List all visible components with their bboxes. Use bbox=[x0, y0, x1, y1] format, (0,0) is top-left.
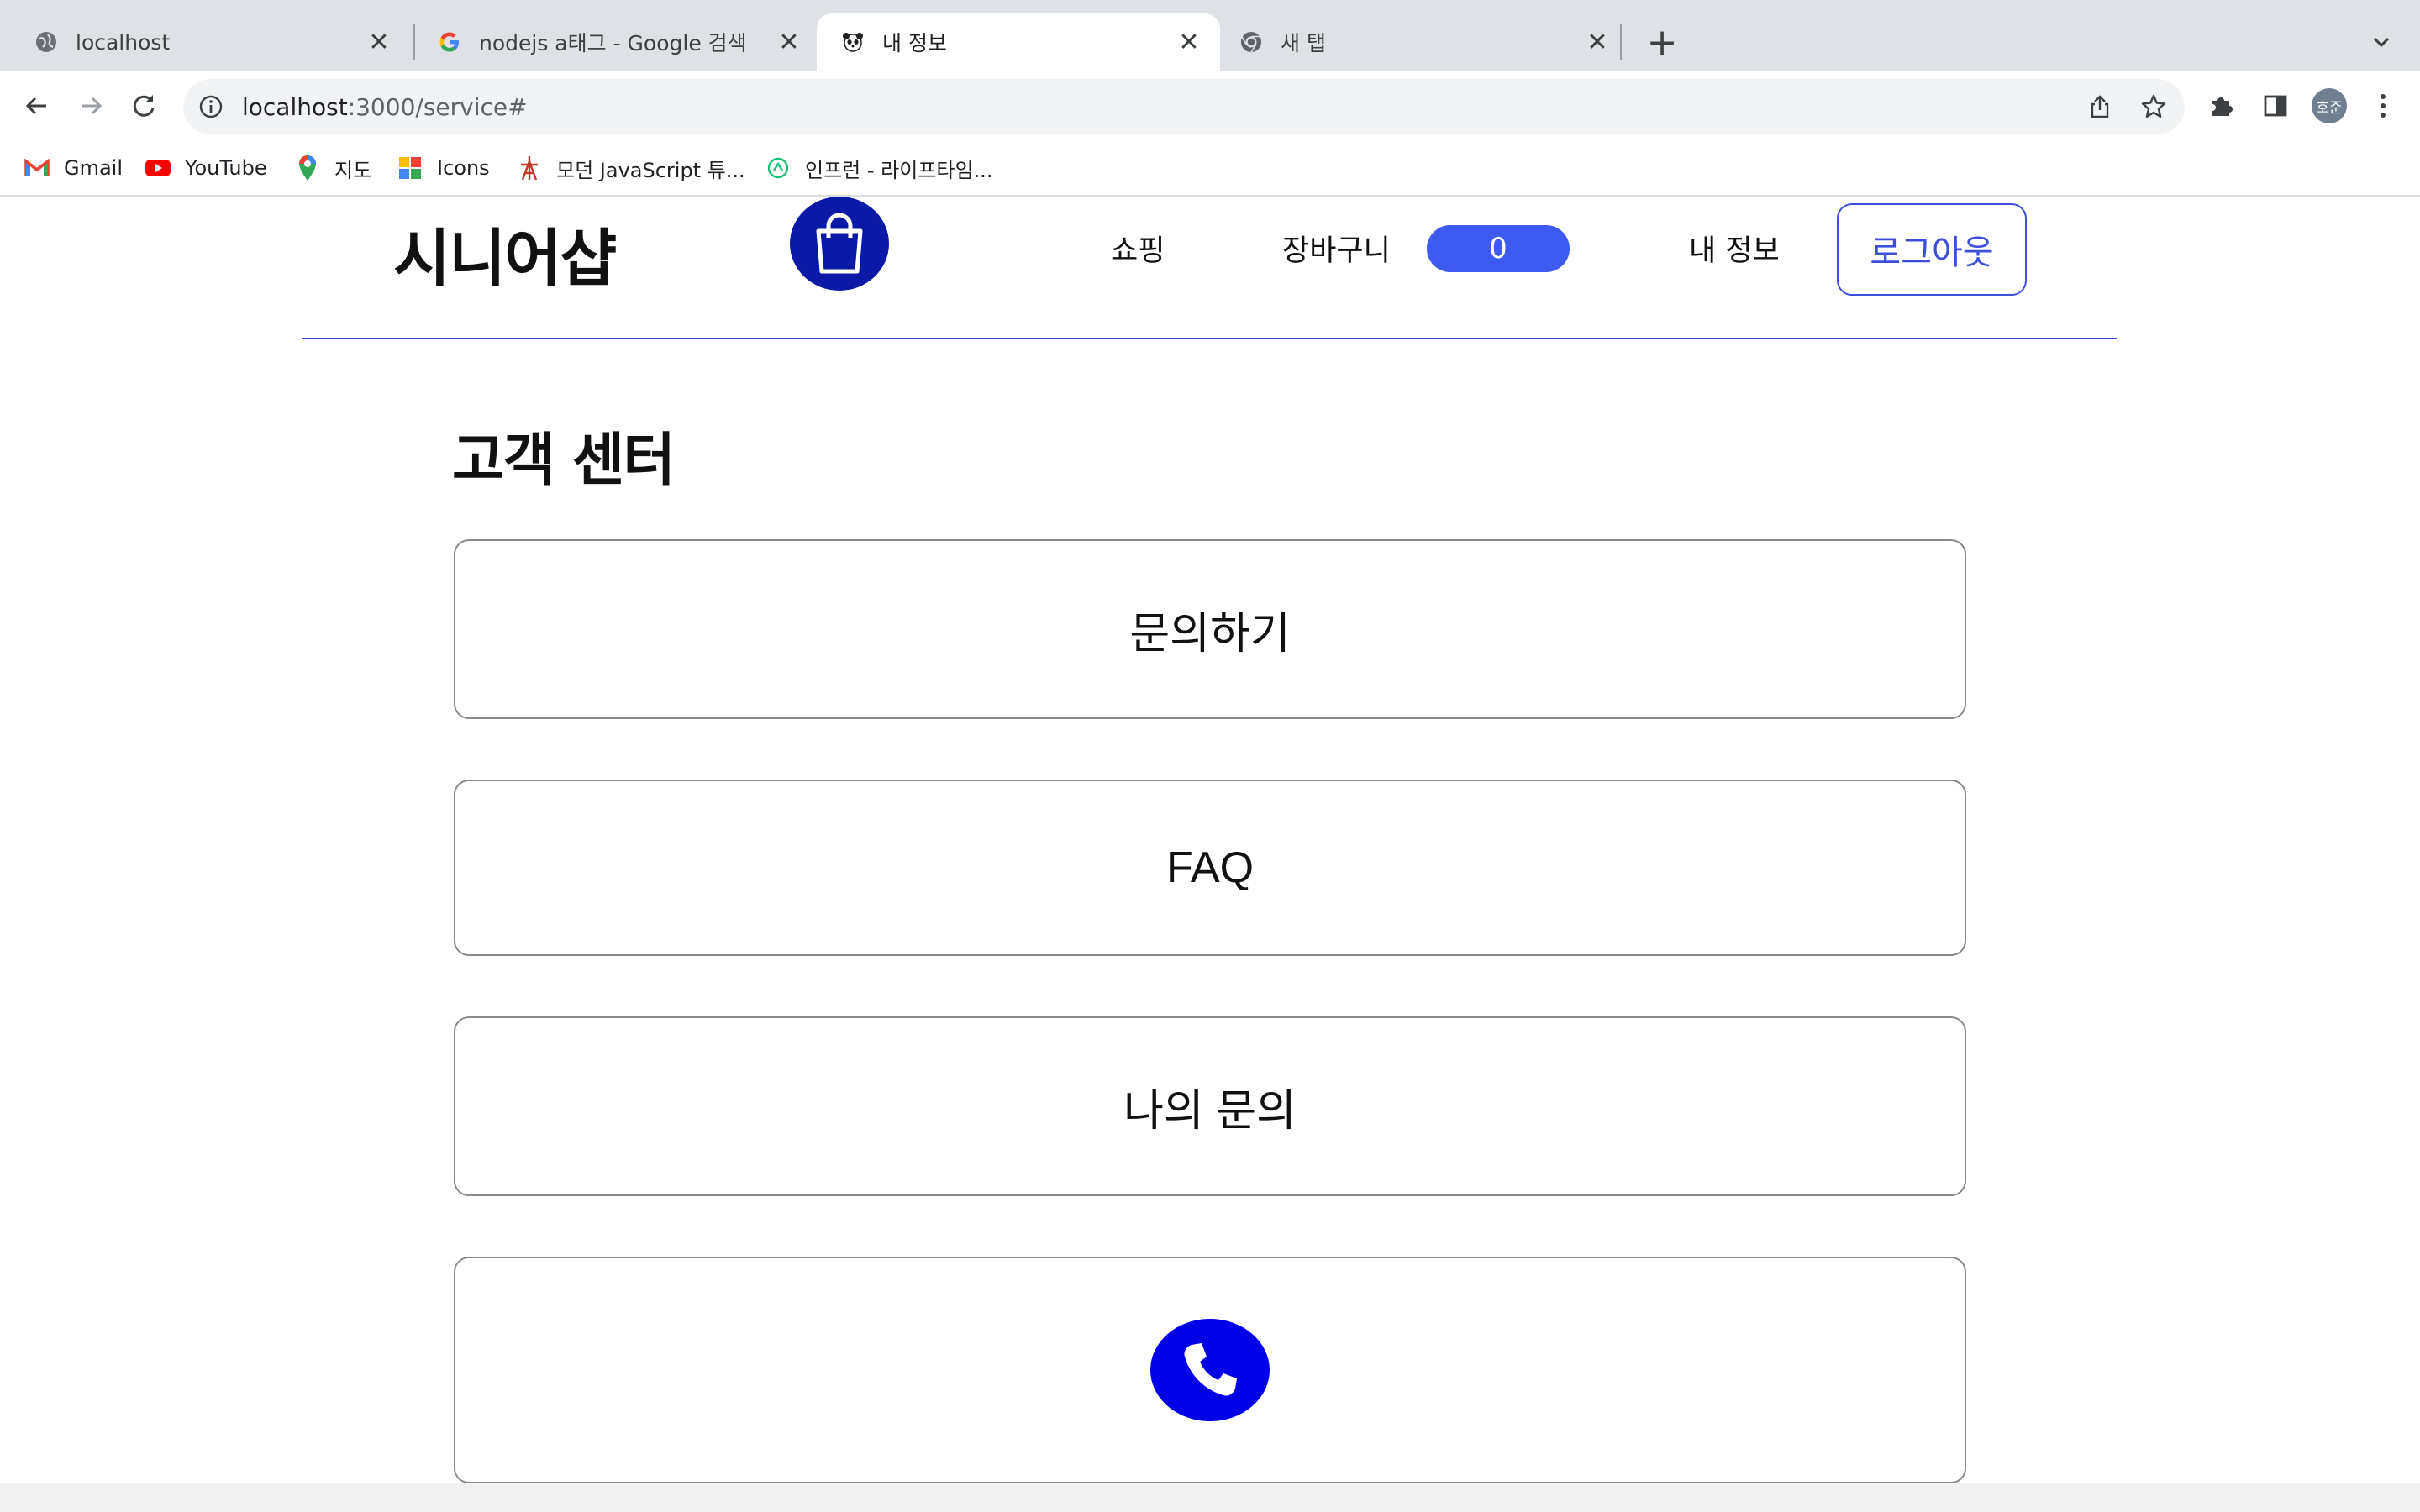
panda-icon bbox=[840, 29, 865, 55]
bookmark-star-button[interactable] bbox=[2131, 84, 2176, 129]
inquiry-button-label: 문의하기 bbox=[1129, 609, 1291, 659]
bookmark-inflearn[interactable]: 인프런 - 라이프타임... bbox=[765, 153, 992, 183]
bookmark-label: 모던 JavaScript 튜... bbox=[556, 158, 745, 182]
faq-button[interactable]: FAQ bbox=[454, 780, 1966, 956]
tab-separator bbox=[1620, 24, 1622, 60]
browser-toolbar: localhost:3000/service# 호준 bbox=[0, 71, 2420, 141]
bookmark-modern-javascript[interactable]: 모던 JavaScript 튜... bbox=[516, 153, 745, 183]
page-title: 고객 센터 bbox=[452, 428, 676, 494]
shopping-bag-icon bbox=[816, 213, 863, 274]
chevron-down-icon bbox=[2373, 37, 2390, 48]
faq-button-label: FAQ bbox=[1165, 843, 1255, 892]
browser-menu-button[interactable] bbox=[2360, 82, 2407, 129]
side-panel-icon bbox=[2264, 95, 2287, 117]
modern-js-icon bbox=[516, 155, 543, 181]
close-icon[interactable]: ✕ bbox=[776, 28, 802, 57]
my-inquiries-button[interactable]: 나의 문의 bbox=[454, 1016, 1966, 1196]
bookmark-label: YouTube bbox=[185, 156, 267, 180]
tab-my-info[interactable]: 내 정보 ✕ bbox=[817, 13, 1220, 71]
url-path: :3000/service# bbox=[347, 92, 528, 121]
tab-title: nodejs a태그 - Google 검색 bbox=[479, 31, 747, 55]
tab-search-button[interactable] bbox=[2361, 22, 2402, 62]
bookmark-gmail[interactable]: Gmail bbox=[24, 153, 123, 183]
bookmark-label: 인프런 - 라이프타임... bbox=[805, 158, 993, 182]
more-vert-icon bbox=[2381, 94, 2386, 118]
url-text: localhost:3000/service# bbox=[242, 93, 528, 121]
address-bar[interactable]: localhost:3000/service# bbox=[183, 79, 2185, 134]
side-panel-button[interactable] bbox=[2252, 82, 2299, 129]
youtube-icon bbox=[145, 155, 171, 181]
nav-shopping[interactable]: 쇼핑 bbox=[1111, 227, 1165, 270]
bookmark-label: 지도 bbox=[334, 158, 372, 182]
chrome-icon bbox=[1239, 29, 1264, 55]
logout-button[interactable]: 로그아웃 bbox=[1837, 203, 2027, 296]
profile-button[interactable]: 호준 bbox=[2306, 82, 2353, 129]
back-button[interactable] bbox=[13, 82, 60, 129]
arrow-right-icon bbox=[82, 97, 103, 115]
phone-circle bbox=[1150, 1319, 1270, 1421]
header-divider bbox=[302, 338, 2118, 339]
nav-my-info[interactable]: 내 정보 bbox=[1689, 227, 1780, 270]
url-host: localhost bbox=[242, 92, 348, 121]
puzzle-icon bbox=[2212, 97, 2233, 116]
nav-cart[interactable]: 장바구니 bbox=[1282, 227, 1391, 270]
avatar: 호준 bbox=[2312, 88, 2347, 123]
arrow-left-icon bbox=[25, 97, 46, 115]
share-button[interactable] bbox=[2077, 84, 2123, 129]
bookmark-label: Gmail bbox=[64, 156, 124, 180]
close-icon[interactable]: ✕ bbox=[366, 28, 392, 57]
browser-tab-bar: localhost ✕ nodejs a태그 - Google 검색 ✕ 내 정… bbox=[0, 0, 2420, 71]
reload-icon bbox=[133, 95, 155, 117]
gmail-icon bbox=[24, 155, 50, 181]
globe-icon bbox=[34, 29, 59, 55]
site-logo[interactable]: 시니어샵 bbox=[393, 208, 617, 298]
cart-count-badge: 0 bbox=[1427, 225, 1570, 272]
tab-new-tab[interactable]: 새 탭 ✕ bbox=[1223, 13, 1628, 71]
shopping-bag-button[interactable] bbox=[790, 197, 889, 291]
phone-call-button[interactable] bbox=[454, 1257, 1966, 1483]
maps-icon bbox=[294, 155, 321, 181]
bookmark-maps[interactable]: 지도 bbox=[294, 153, 371, 183]
tab-title: 내 정보 bbox=[882, 31, 947, 55]
icons-icon bbox=[397, 155, 424, 181]
new-tab-button[interactable]: + bbox=[1642, 21, 1682, 64]
reload-button[interactable] bbox=[121, 82, 168, 129]
extensions-button[interactable] bbox=[2198, 82, 2245, 129]
tab-title: localhost bbox=[76, 29, 171, 55]
inflearn-icon bbox=[765, 155, 792, 181]
star-icon bbox=[2141, 94, 2166, 118]
tab-google-search[interactable]: nodejs a태그 - Google 검색 ✕ bbox=[418, 13, 820, 71]
forward-button[interactable] bbox=[67, 82, 114, 129]
google-icon bbox=[437, 29, 462, 55]
close-icon[interactable]: ✕ bbox=[1585, 28, 1610, 57]
tab-title: 새 탭 bbox=[1281, 31, 1326, 55]
tab-separator bbox=[413, 24, 415, 60]
bookmark-label: Icons bbox=[437, 156, 490, 180]
my-inquiries-button-label: 나의 문의 bbox=[1123, 1086, 1297, 1136]
share-icon bbox=[2091, 95, 2109, 118]
close-icon[interactable]: ✕ bbox=[1176, 28, 1202, 57]
tab-localhost[interactable]: localhost ✕ bbox=[0, 13, 410, 71]
bookmarks-bar: Gmail YouTube 지도 Icons 모던 JavaScript 튜..… bbox=[0, 141, 2420, 197]
bookmark-icons[interactable]: Icons bbox=[397, 153, 490, 183]
info-icon[interactable] bbox=[198, 94, 224, 119]
bookmark-youtube[interactable]: YouTube bbox=[145, 153, 267, 183]
page-bottom-strip bbox=[0, 1483, 2420, 1512]
phone-icon bbox=[1184, 1343, 1237, 1396]
inquiry-button[interactable]: 문의하기 bbox=[454, 539, 1966, 719]
page-content: 시니어샵 쇼핑 장바구니 0 내 정보 로그아웃 고객 센터 문의하기 FAQ … bbox=[0, 197, 2420, 1483]
